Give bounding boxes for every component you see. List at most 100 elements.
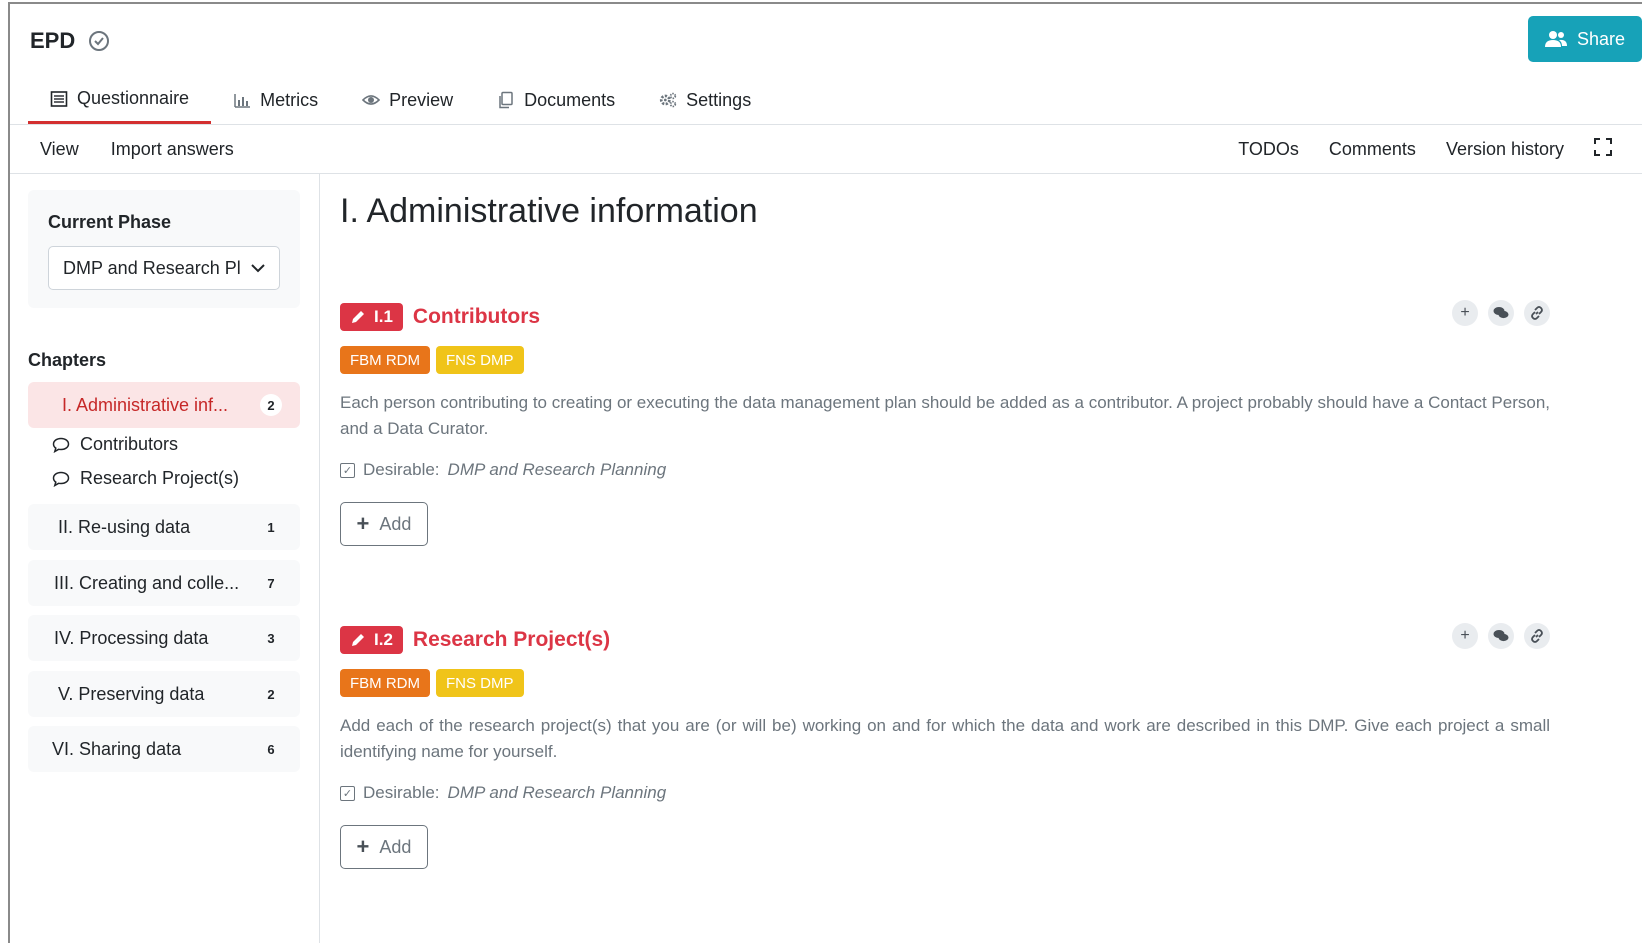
desirable-phase: ✓ Desirable: DMP and Research Planning [340, 460, 1550, 480]
question-tags: FBM RDM FNS DMP [340, 346, 1550, 374]
tab-label: Preview [389, 89, 454, 110]
list-icon [50, 90, 68, 107]
chapter-label: V. Preserving data [58, 683, 205, 704]
tab-questionnaire[interactable]: Questionnaire [28, 76, 212, 124]
tag-fbm-rdm: FBM RDM [340, 669, 430, 697]
desirable-phase: ✓ Desirable: DMP and Research Planning [340, 783, 1550, 803]
questionnaire-content: I. Administrative information I.1 Contri… [340, 174, 1550, 943]
version-history-button[interactable]: Version history [1446, 139, 1564, 160]
question-number-badge: I.1 [340, 303, 403, 331]
share-label: Share [1576, 28, 1626, 49]
tab-preview[interactable]: Preview [340, 76, 475, 124]
bar-chart-icon [234, 94, 251, 108]
question-block: I.1 Contributors + FBM RDM FNS DMP Each … [340, 300, 1550, 546]
chapter-label: II. Re-using data [58, 516, 191, 537]
subitem-label: Contributors [80, 434, 179, 454]
add-todo-icon[interactable]: + [1452, 623, 1478, 649]
tab-label: Settings [686, 89, 752, 110]
pencil-icon [352, 311, 364, 323]
checkbox-icon: ✓ [340, 785, 355, 801]
todos-button[interactable]: TODOs [1238, 139, 1299, 160]
app-window: EPD Share Questionnaire Metrics Preview … [8, 2, 1642, 943]
chapter-subitem-research-projects[interactable]: Research Project(s) [52, 468, 239, 489]
chapter-item-4[interactable]: IV. Processing data 3 [28, 615, 300, 661]
desirable-label: Desirable: [363, 460, 440, 479]
comments-icon[interactable] [1488, 300, 1514, 326]
question-block: I.2 Research Project(s) + FBM RDM FNS DM… [340, 623, 1550, 869]
question-title: Contributors [412, 305, 541, 328]
chapter-count: 7 [267, 575, 275, 591]
chapter-count: 3 [267, 630, 275, 646]
project-name: EPD [30, 28, 76, 53]
copy-icon [499, 91, 513, 109]
chapter-item-5[interactable]: V. Preserving data 2 [28, 671, 300, 717]
tab-label: Questionnaire [77, 88, 190, 108]
add-label: Add [379, 836, 412, 857]
question-number: I.2 [374, 630, 393, 649]
chapter-count: 6 [267, 741, 275, 757]
plus-icon: + [356, 511, 370, 536]
tab-settings[interactable]: Settings [637, 76, 773, 124]
comments-icon[interactable] [1488, 623, 1514, 649]
share-button[interactable]: Share [1528, 16, 1642, 62]
chapter-subitem-contributors[interactable]: Contributors [52, 434, 178, 455]
question-title: Research Project(s) [412, 628, 611, 651]
eye-icon [362, 95, 381, 105]
link-icon[interactable] [1524, 300, 1550, 326]
comment-icon [52, 437, 70, 453]
subitem-label: Research Project(s) [80, 468, 240, 488]
tab-documents[interactable]: Documents [475, 76, 637, 124]
add-item-button[interactable]: + Add [340, 825, 428, 869]
desirable-label: Desirable: [363, 783, 440, 802]
chapters-heading: Chapters [28, 350, 107, 370]
add-todo-icon[interactable]: + [1452, 300, 1478, 326]
phase-select[interactable]: DMP and Research Pl [48, 246, 280, 290]
chapter-item-1[interactable]: I. Administrative inf... 2 [28, 382, 300, 428]
comment-icon [52, 471, 70, 487]
plus-icon: + [356, 834, 370, 859]
add-label: Add [379, 513, 412, 534]
desirable-value: DMP and Research Planning [447, 460, 667, 479]
tag-fns-dmp: FNS DMP [436, 669, 524, 697]
chapter-item-6[interactable]: VI. Sharing data 6 [28, 726, 300, 772]
checkbox-icon: ✓ [340, 462, 355, 478]
chapters-sidebar: Current Phase DMP and Research Pl Chapte… [10, 174, 320, 943]
pencil-icon [352, 634, 364, 646]
tab-label: Metrics [260, 89, 319, 110]
view-menu[interactable]: View [40, 139, 79, 160]
gears-icon [660, 92, 677, 108]
chapter-label: III. Creating and colle... [54, 572, 240, 593]
question-number: I.1 [374, 307, 393, 326]
chapter-count: 1 [267, 519, 275, 535]
question-actions: + [1452, 623, 1550, 649]
question-description: Add each of the research project(s) that… [340, 716, 1550, 761]
fullscreen-icon[interactable] [1594, 137, 1612, 161]
comments-button[interactable]: Comments [1329, 139, 1416, 160]
add-item-button[interactable]: + Add [340, 502, 428, 546]
project-title: EPD [30, 28, 110, 54]
desirable-value: DMP and Research Planning [447, 783, 667, 802]
questionnaire-toolbar: View Import answers TODOs Comments Versi… [10, 124, 1642, 174]
chapter-item-2[interactable]: II. Re-using data 1 [28, 504, 300, 550]
tag-fns-dmp: FNS DMP [436, 346, 524, 374]
link-icon[interactable] [1524, 623, 1550, 649]
chapter-label: I. Administrative inf... [62, 394, 229, 415]
saved-check-icon [89, 31, 110, 51]
main-tabs: Questionnaire Metrics Preview Documents … [28, 76, 773, 124]
chapter-title: I. Administrative information [340, 192, 758, 230]
chevron-down-icon [251, 264, 265, 273]
chapter-item-3[interactable]: III. Creating and colle... 7 [28, 560, 300, 606]
chapter-label: VI. Sharing data [52, 738, 182, 759]
question-tags: FBM RDM FNS DMP [340, 669, 1550, 697]
tab-metrics[interactable]: Metrics [211, 76, 340, 124]
phase-panel: Current Phase DMP and Research Pl [28, 190, 300, 308]
question-actions: + [1452, 300, 1550, 326]
phase-label: Current Phase [48, 212, 172, 232]
header: EPD Share Questionnaire Metrics Preview … [10, 4, 1642, 124]
tab-label: Documents [524, 89, 616, 110]
chapter-count: 2 [267, 686, 275, 702]
users-icon [1544, 31, 1567, 47]
import-answers-menu[interactable]: Import answers [111, 139, 234, 160]
phase-value: DMP and Research Pl [63, 257, 241, 278]
question-number-badge: I.2 [340, 626, 403, 654]
